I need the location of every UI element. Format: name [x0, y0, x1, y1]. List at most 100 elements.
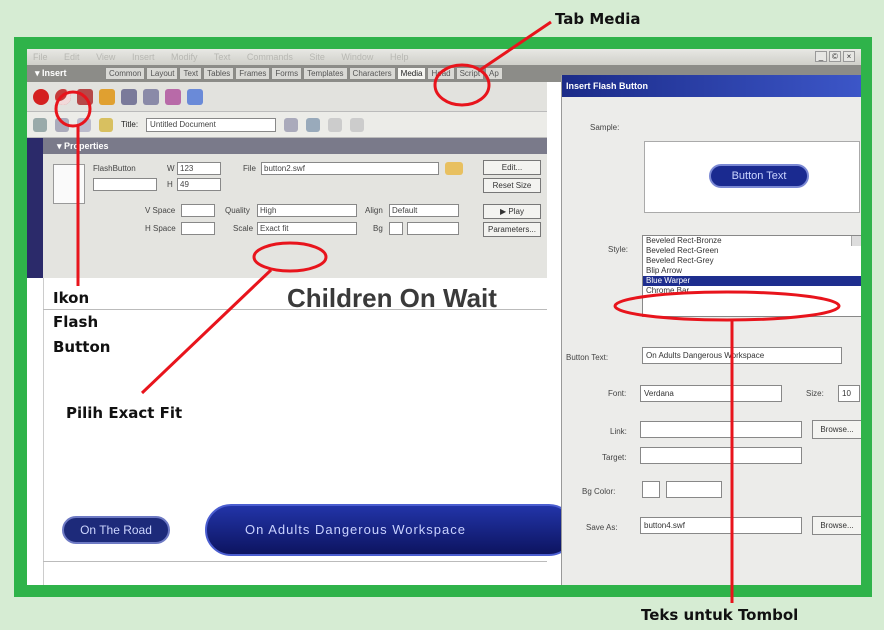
plugin-icon[interactable] — [187, 88, 203, 105]
menu-help[interactable]: Help — [390, 52, 409, 62]
flash-icon[interactable] — [33, 88, 49, 105]
quality-select[interactable]: High — [257, 204, 357, 217]
style-label: Style: — [608, 245, 629, 254]
hspace-input[interactable] — [181, 222, 215, 235]
style-item-selected[interactable]: Blue Warper — [643, 276, 861, 286]
save-as-browse-button[interactable]: Browse... — [812, 516, 861, 535]
file-management-icon[interactable] — [284, 117, 299, 132]
tab-tables[interactable]: Tables — [203, 67, 235, 80]
menu-commands[interactable]: Commands — [247, 52, 293, 62]
preview-icon[interactable] — [306, 117, 321, 132]
folder-icon[interactable] — [445, 162, 463, 175]
font-select[interactable]: Verdana — [640, 385, 782, 402]
button-text-caption: Teks untuk Tombol — [641, 606, 799, 624]
design-view-icon[interactable] — [77, 117, 91, 132]
menu-modify[interactable]: Modify — [171, 52, 198, 62]
vspace-input[interactable] — [181, 204, 215, 217]
minimize-button[interactable]: _ — [815, 51, 827, 62]
title-input[interactable]: Untitled Document — [146, 117, 277, 132]
tab-frames[interactable]: Frames — [235, 67, 271, 80]
link-browse-button[interactable]: Browse... — [812, 420, 861, 439]
menu-site[interactable]: Site — [309, 52, 325, 62]
align-select[interactable]: Default — [389, 204, 459, 217]
file-label: File — [243, 164, 256, 173]
insert-bar-label[interactable]: ▾ Insert — [27, 68, 105, 79]
close-button[interactable]: × — [843, 51, 855, 62]
file-input[interactable]: button2.swf — [261, 162, 439, 175]
h-input[interactable]: 49 — [177, 178, 221, 191]
restore-button[interactable]: © — [829, 51, 841, 62]
tab-application[interactable]: Ap — [485, 67, 503, 80]
scale-label: Scale — [233, 224, 254, 233]
shockwave-icon[interactable] — [99, 88, 115, 105]
tab-media-caption: Tab Media — [555, 10, 641, 28]
style-list[interactable]: Beveled Rect-Bronze Beveled Rect-Green B… — [642, 235, 861, 317]
bg-color-input[interactable] — [407, 222, 459, 235]
menu-text[interactable]: Text — [214, 52, 231, 62]
style-item[interactable]: Blip Arrow — [643, 266, 861, 276]
edit-button[interactable]: Edit... — [483, 160, 541, 175]
tab-characters[interactable]: Characters — [348, 67, 396, 80]
style-item[interactable]: Beveled Rect-Grey — [643, 256, 861, 266]
flash-icon-caption-3: Button — [53, 338, 111, 356]
menu-view[interactable]: View — [96, 52, 115, 62]
style-item[interactable]: Beveled Rect-Bronze — [643, 236, 861, 246]
scale-select[interactable]: Exact fit — [257, 222, 357, 235]
bg-color-input[interactable] — [666, 481, 722, 498]
menu-bar: File Edit View Insert Modify Text Comman… — [27, 49, 861, 65]
insert-flash-button-dialog: Insert Flash Button Sample: Button Text … — [561, 75, 861, 585]
button-text-input[interactable]: On Adults Dangerous Workspace — [642, 347, 842, 364]
dreamweaver-window: File Edit View Insert Modify Text Comman… — [27, 49, 861, 585]
split-view-icon[interactable] — [55, 117, 69, 132]
bg-color-swatch[interactable] — [642, 481, 660, 498]
size-input[interactable]: 10 — [838, 385, 860, 402]
style-item[interactable]: Beveled Rect-Green — [643, 246, 861, 256]
flash-text-icon[interactable] — [77, 88, 93, 105]
link-input[interactable] — [640, 421, 802, 438]
sample-preview: Button Text — [644, 141, 860, 213]
menu-file[interactable]: File — [33, 52, 48, 62]
tab-media[interactable]: Media — [396, 67, 427, 80]
style-list-scrollbar[interactable] — [851, 236, 861, 246]
target-label: Target: — [602, 453, 627, 462]
menu-edit[interactable]: Edit — [64, 52, 80, 62]
bg-color-label: Bg Color: — [582, 487, 616, 496]
play-button[interactable]: ▶ Play — [483, 204, 541, 219]
target-select[interactable] — [640, 447, 802, 464]
button-text-label: Button Text: — [566, 353, 609, 362]
road-flash-button[interactable]: On The Road — [62, 516, 170, 544]
menu-window[interactable]: Window — [341, 52, 373, 62]
w-input[interactable]: 123 — [177, 162, 221, 175]
parameters-button[interactable]: Parameters... — [483, 222, 541, 237]
tab-text[interactable]: Text — [179, 67, 203, 80]
title-label: Title: — [121, 120, 139, 129]
reset-size-button[interactable]: Reset Size — [483, 178, 541, 193]
flash-button-icon[interactable] — [55, 88, 71, 105]
media-toolbar — [27, 82, 547, 112]
tab-script[interactable]: Script — [455, 67, 485, 80]
tab-layout[interactable]: Layout — [146, 67, 179, 80]
sample-button: Button Text — [709, 164, 809, 188]
h-label: H — [167, 180, 173, 189]
refresh-icon[interactable] — [328, 117, 343, 132]
tab-templates[interactable]: Templates — [303, 67, 348, 80]
param-icon[interactable] — [143, 88, 159, 105]
applet-icon[interactable] — [121, 88, 137, 105]
adults-flash-button[interactable]: On Adults Dangerous Workspace — [205, 504, 575, 556]
live-data-icon[interactable] — [99, 117, 113, 132]
name-input[interactable] — [93, 178, 157, 191]
code-view-icon[interactable] — [33, 117, 47, 132]
bg-color-swatch[interactable] — [389, 222, 403, 235]
tab-common[interactable]: Common — [105, 67, 146, 80]
activex-icon[interactable] — [165, 88, 181, 105]
bg-label: Bg — [373, 224, 383, 233]
save-as-input[interactable]: button4.swf — [640, 517, 802, 534]
tab-forms[interactable]: Forms — [271, 67, 303, 80]
properties-header[interactable]: ▾ Properties — [43, 138, 547, 154]
tab-head[interactable]: Head — [427, 67, 455, 80]
menu-insert[interactable]: Insert — [132, 52, 155, 62]
page-heading: Children On Wait — [287, 283, 497, 313]
style-item[interactable]: Chrome Bar — [643, 286, 861, 296]
font-label: Font: — [608, 389, 627, 398]
reference-icon[interactable] — [350, 117, 365, 132]
